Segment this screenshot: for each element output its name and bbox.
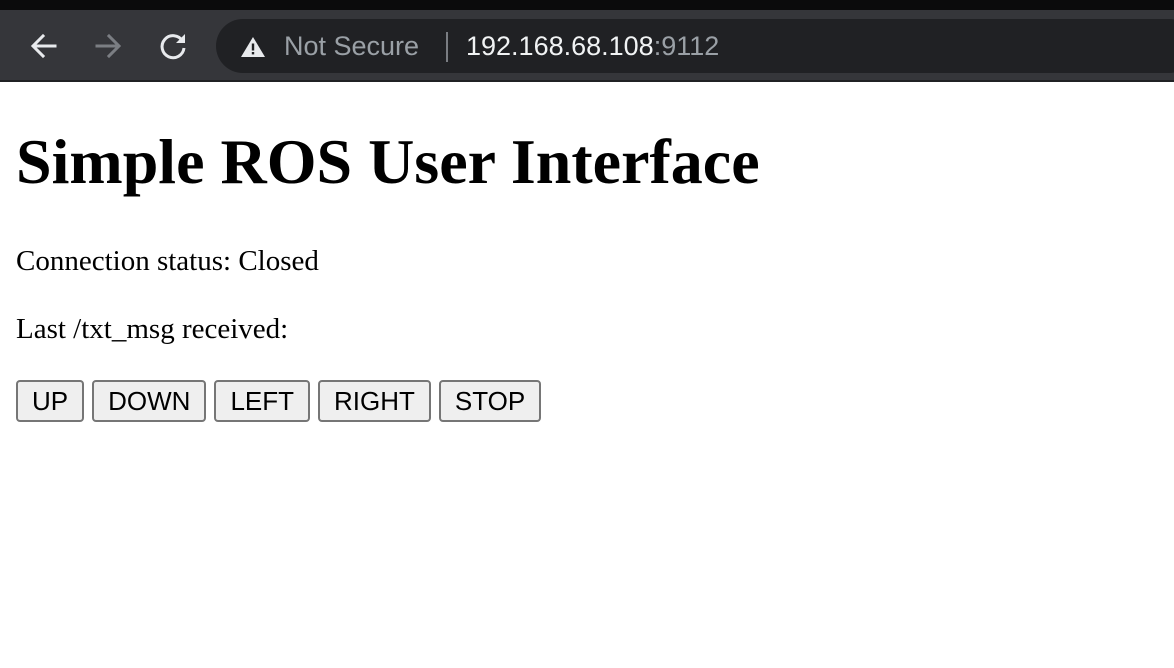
- url-text[interactable]: 192.168.68.108:9112: [466, 19, 719, 73]
- url-host: 192.168.68.108: [466, 31, 654, 61]
- down-button[interactable]: DOWN: [92, 380, 207, 422]
- warning-triangle-icon[interactable]: [240, 36, 266, 58]
- omnibox-divider: [446, 32, 448, 62]
- up-button[interactable]: UP: [16, 380, 85, 422]
- browser-toolbar: Not Secure 192.168.68.108:9112: [0, 10, 1174, 82]
- address-bar[interactable]: Not Secure 192.168.68.108:9112: [216, 19, 1174, 73]
- arrow-right-icon: [95, 33, 122, 59]
- reload-icon: [160, 34, 186, 60]
- page-content: Simple ROS User Interface Connection sta…: [0, 84, 1174, 668]
- right-button[interactable]: RIGHT: [318, 380, 431, 422]
- forward-button[interactable]: [90, 28, 126, 64]
- control-buttons: UP DOWN LEFT RIGHT STOP: [16, 380, 542, 422]
- security-label[interactable]: Not Secure: [284, 19, 419, 73]
- stop-button[interactable]: STOP: [438, 380, 542, 422]
- back-button[interactable]: [26, 28, 62, 64]
- arrow-left-icon: [30, 33, 57, 59]
- left-button[interactable]: LEFT: [214, 380, 311, 422]
- page-title: Simple ROS User Interface: [16, 126, 760, 197]
- last-message-label: Last /txt_msg received:: [16, 313, 289, 345]
- url-port: :9112: [653, 31, 720, 61]
- connection-status: Connection status: Closed: [16, 245, 319, 277]
- browser-top-strip: [0, 0, 1174, 10]
- reload-button[interactable]: [155, 28, 191, 64]
